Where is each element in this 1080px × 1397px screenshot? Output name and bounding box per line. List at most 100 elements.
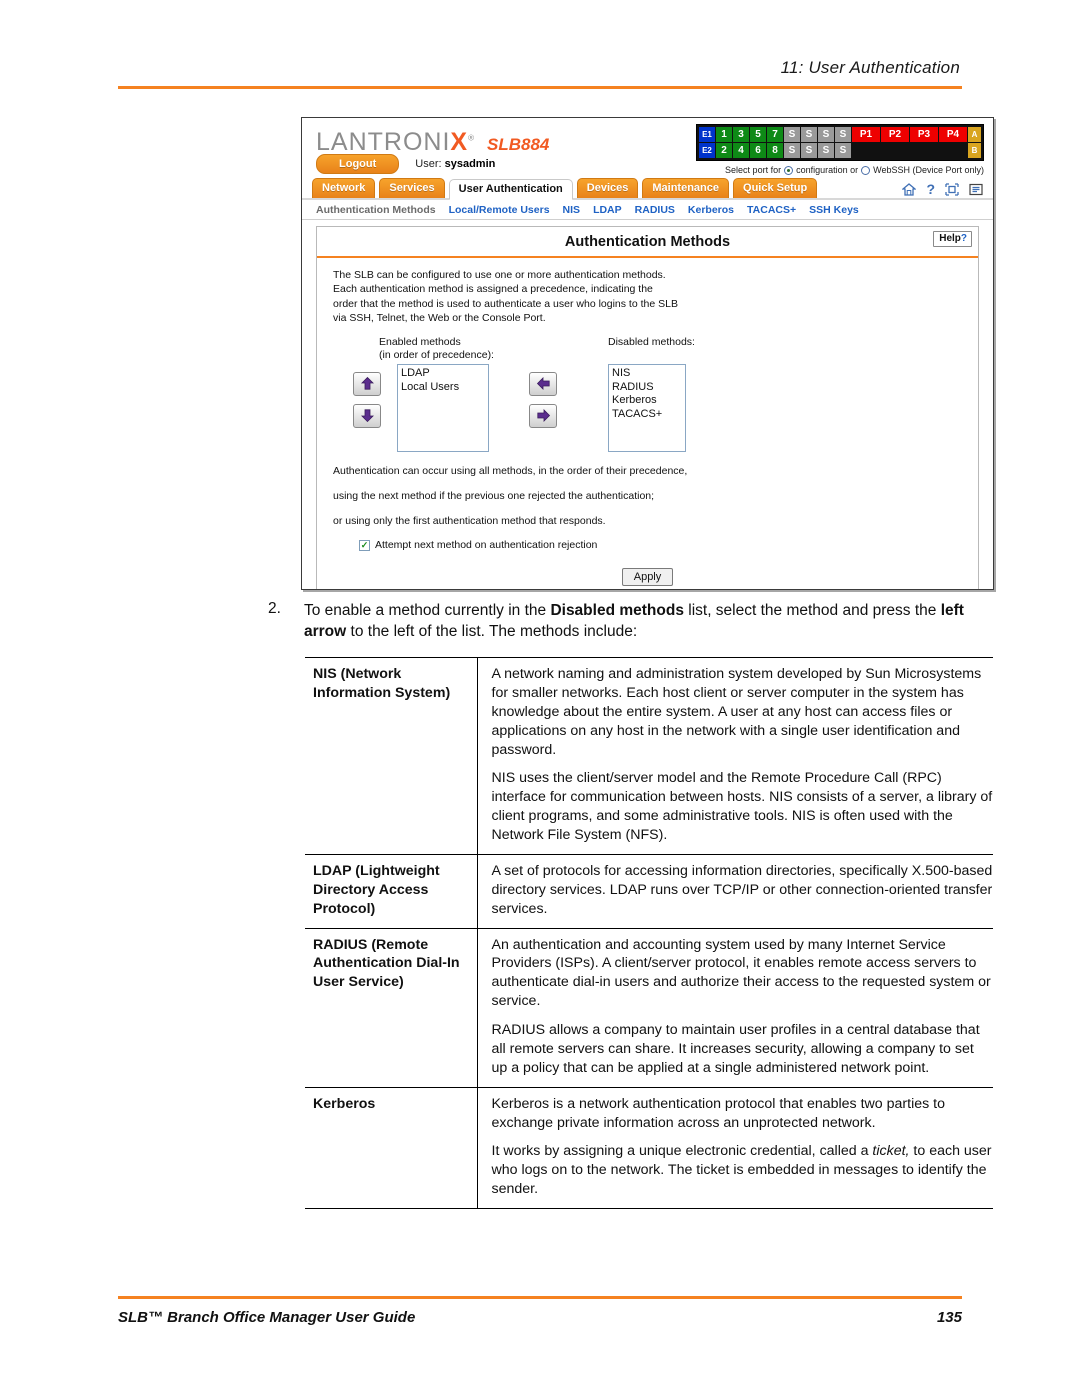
term-cell: Kerberos (305, 1086, 478, 1210)
port-s-8[interactable]: S (835, 143, 851, 158)
port-e2[interactable]: E2 (699, 143, 715, 158)
list-item[interactable]: Local Users (401, 381, 485, 395)
port-6[interactable]: 6 (750, 143, 766, 158)
tab-devices[interactable]: Devices (576, 177, 639, 198)
port-b[interactable]: B (968, 143, 981, 158)
disable-method-right-arrow-button[interactable] (529, 403, 557, 428)
tab-maintenance[interactable]: Maintenance (642, 177, 730, 198)
subnav-authentication-methods[interactable]: Authentication Methods (316, 204, 436, 216)
port-p4[interactable]: P4 (939, 127, 967, 142)
description-cell: A set of protocols for accessing informa… (477, 853, 993, 929)
arrow-left-icon (536, 376, 551, 391)
step-number: 2. (268, 600, 281, 617)
sub-navigation: Authentication Methods Local/Remote User… (302, 200, 993, 220)
port-s-3[interactable]: S (818, 127, 834, 142)
help-button[interactable]: Help? (933, 231, 972, 247)
panel-title: Authentication Methods (564, 234, 731, 250)
subnav-nis[interactable]: NIS (563, 204, 581, 216)
list-item[interactable]: RADIUS (612, 381, 682, 395)
description-paragraph: An authentication and accounting system … (491, 936, 991, 1010)
note-line-1: Authentication can occur using all metho… (333, 465, 688, 478)
port-4[interactable]: 4 (733, 143, 749, 158)
move-up-button[interactable] (353, 371, 381, 396)
port-s-7[interactable]: S (818, 143, 834, 158)
logo-x: X (450, 128, 469, 156)
port-s-2[interactable]: S (801, 127, 817, 142)
intro-line-3: order that the method is used to authent… (333, 297, 678, 310)
tab-quick-setup[interactable]: Quick Setup (733, 177, 818, 198)
description-paragraph-italic: It works by assigning a unique electroni… (491, 1143, 992, 1198)
user-prefix: User: (415, 158, 442, 170)
radio-webssh-label: WebSSH (Device Port only) (873, 165, 984, 175)
port-p2[interactable]: P2 (881, 127, 909, 142)
page-footer: SLB™ Branch Office Manager User Guide 13… (118, 1296, 962, 1326)
term-cell: NIS (Network Information System) (305, 657, 478, 855)
port-5[interactable]: 5 (750, 127, 766, 142)
lantronix-logo: LANTRONIX® (316, 128, 475, 157)
arrow-up-icon (360, 376, 375, 391)
checkmark-icon: ✓ (360, 539, 369, 550)
term-cell: LDAP (Lightweight Directory Access Proto… (305, 853, 478, 929)
brand-area: LANTRONIX® SLB884 (316, 128, 549, 157)
panel-body: The SLB can be configured to use one or … (317, 258, 978, 589)
intro-line-2: Each authentication method is assigned a… (333, 283, 653, 296)
disabled-methods-listbox[interactable]: NIS RADIUS Kerberos TACACS+ (608, 363, 686, 452)
radio-configuration[interactable] (784, 165, 794, 175)
logout-button[interactable]: Logout (316, 154, 400, 174)
radio-webssh[interactable] (861, 165, 871, 175)
table-row: LDAP (Lightweight Directory Access Proto… (305, 853, 993, 929)
definition-table-body: NIS (Network Information System) A netwo… (305, 657, 993, 1210)
port-a[interactable]: A (968, 127, 981, 142)
subnav-tacacs[interactable]: TACACS+ (747, 204, 796, 216)
intro-line-1: The SLB can be configured to use one or … (333, 269, 666, 281)
list-item[interactable]: Kerberos (612, 394, 682, 408)
expand-icon[interactable] (945, 182, 959, 196)
port-s-5[interactable]: S (784, 143, 800, 158)
panel-header: Authentication Methods Help? (317, 227, 978, 258)
subnav-kerberos[interactable]: Kerberos (688, 204, 734, 216)
attempt-next-method-checkbox[interactable]: ✓ (359, 539, 370, 551)
port-selector-block: E1 1 3 5 7 S S S S P1 P2 P3 P4 A E2 2 4 … (696, 124, 984, 175)
enabled-methods-listbox[interactable]: LDAP Local Users (397, 363, 489, 452)
subnav-radius[interactable]: RADIUS (635, 204, 675, 216)
port-s-6[interactable]: S (801, 143, 817, 158)
tab-services[interactable]: Services (379, 177, 445, 198)
apply-button[interactable]: Apply (621, 568, 674, 587)
note-line-2: using the next method if the previous on… (333, 490, 655, 503)
description-cell: An authentication and accounting system … (477, 927, 993, 1088)
step-text-part3: to the left of the list. The methods inc… (346, 623, 638, 641)
port-grid[interactable]: E1 1 3 5 7 S S S S P1 P2 P3 P4 A E2 2 4 … (696, 124, 984, 161)
current-user: User: sysadmin (415, 158, 495, 170)
port-s-4[interactable]: S (835, 127, 851, 142)
port-p1[interactable]: P1 (852, 127, 880, 142)
attempt-next-method-row: ✓ Attempt next method on authentication … (333, 539, 962, 551)
log-list-icon[interactable] (969, 183, 983, 196)
home-icon[interactable] (902, 182, 917, 196)
port-7[interactable]: 7 (767, 127, 783, 142)
port-s-1[interactable]: S (784, 127, 800, 142)
tab-network[interactable]: Network (312, 177, 376, 198)
tab-user-authentication[interactable]: User Authentication (448, 178, 573, 200)
port-8[interactable]: 8 (767, 143, 783, 158)
subnav-ssh-keys[interactable]: SSH Keys (809, 204, 859, 216)
port-1[interactable]: 1 (716, 127, 732, 142)
enable-method-left-arrow-button[interactable] (529, 371, 557, 396)
enabled-methods-label: Enabled methods (in order of precedence)… (379, 336, 494, 362)
port-e1[interactable]: E1 (699, 127, 715, 142)
port-2[interactable]: 2 (716, 143, 732, 158)
subnav-local-remote-users[interactable]: Local/Remote Users (449, 204, 550, 216)
port-p3[interactable]: P3 (910, 127, 938, 142)
help-button-label: Help (939, 233, 961, 244)
list-item[interactable]: NIS (612, 367, 682, 381)
port-3[interactable]: 3 (733, 127, 749, 142)
main-tabbar: Network Services User Authentication Dev… (302, 177, 993, 200)
list-item[interactable]: TACACS+ (612, 408, 682, 422)
panel-inner: Authentication Methods Help? The SLB can… (316, 226, 979, 589)
help-question-icon[interactable]: ? (926, 182, 935, 196)
attempt-next-method-label: Attempt next method on authentication re… (375, 539, 598, 552)
port-caption-prefix: Select port for (725, 165, 782, 175)
move-down-button[interactable] (353, 403, 381, 428)
subnav-ldap[interactable]: LDAP (593, 204, 622, 216)
methods-transfer-area: Enabled methods (in order of precedence)… (333, 336, 962, 454)
list-item[interactable]: LDAP (401, 367, 485, 381)
